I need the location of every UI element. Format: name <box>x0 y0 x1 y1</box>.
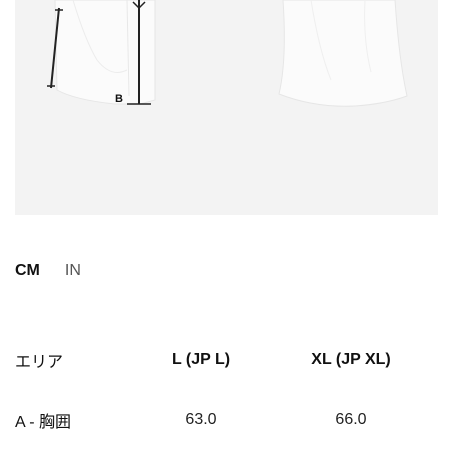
product-image: B <box>15 0 438 215</box>
measurement-marker-b: B <box>115 93 123 105</box>
size-guide-page: B CM IN エリア L (JP L) XL (JP XL) A - 胸囲 6… <box>0 0 456 456</box>
cell-chest-l: 63.0 <box>185 411 217 428</box>
unit-toggle: CM IN <box>15 262 81 280</box>
row-label-chest: A - 胸囲 <box>15 414 72 431</box>
unit-cm-button[interactable]: CM <box>15 262 40 280</box>
column-header-l: L (JP L) <box>171 351 231 368</box>
unit-in-button[interactable]: IN <box>65 262 81 280</box>
column-header-area: エリア <box>15 354 64 371</box>
column-header-xl: XL (JP XL) <box>311 351 391 368</box>
garment-illustration <box>47 0 408 107</box>
cell-chest-xl: 66.0 <box>335 411 367 428</box>
table-header-row: エリア L (JP L) XL (JP XL) <box>15 348 445 372</box>
table-row: A - 胸囲 63.0 66.0 <box>15 408 445 432</box>
size-table: エリア L (JP L) XL (JP XL) A - 胸囲 63.0 66.0 <box>15 348 445 432</box>
